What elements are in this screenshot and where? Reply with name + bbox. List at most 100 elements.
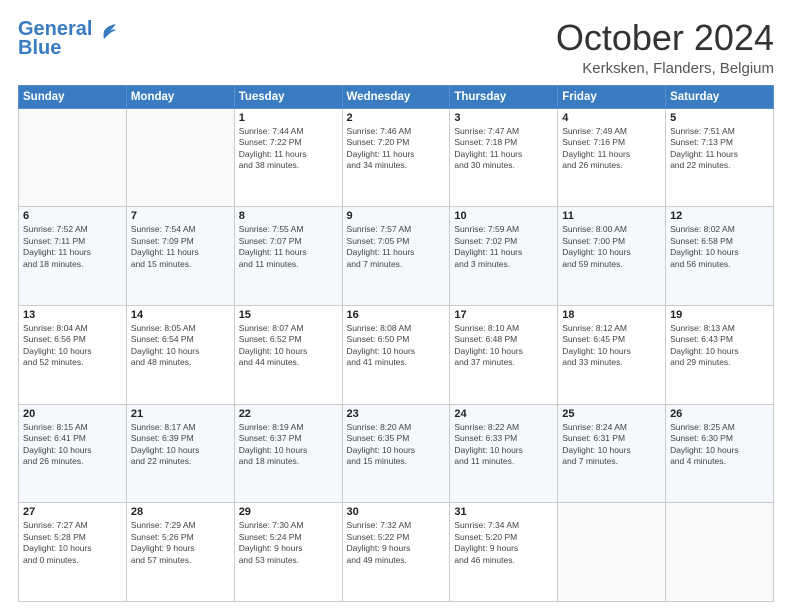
day-number: 27 <box>23 506 122 518</box>
weekday-header-saturday: Saturday <box>666 85 774 108</box>
day-info: Sunrise: 7:29 AM Sunset: 5:26 PM Dayligh… <box>131 520 230 566</box>
calendar-cell: 31 Sunrise: 7:34 AM Sunset: 5:20 PM Dayli… <box>450 503 558 602</box>
calendar-cell: 1Sunrise: 7:44 AM Sunset: 7:22 PM Daylig… <box>234 108 342 207</box>
calendar-cell: 22 Sunrise: 8:19 AM Sunset: 6:37 PM Dayli… <box>234 404 342 503</box>
day-info: Sunrise: 8:15 AM Sunset: 6:41 PM Dayligh… <box>23 422 122 468</box>
day-info: Sunrise: 7:51 AM Sunset: 7:13 PM Dayligh… <box>670 126 769 172</box>
day-number: 28 <box>131 506 230 518</box>
calendar-week-row: 27 Sunrise: 7:27 AM Sunset: 5:28 PM Dayli… <box>19 503 774 602</box>
day-number: 6 <box>23 210 122 222</box>
calendar-cell: 4Sunrise: 7:49 AM Sunset: 7:16 PM Daylig… <box>558 108 666 207</box>
calendar-cell: 16 Sunrise: 8:08 AM Sunset: 6:50 PM Dayli… <box>342 305 450 404</box>
day-number: 13 <box>23 309 122 321</box>
day-number: 17 <box>454 309 553 321</box>
calendar-week-row: 1Sunrise: 7:44 AM Sunset: 7:22 PM Daylig… <box>19 108 774 207</box>
calendar-cell: 24 Sunrise: 8:22 AM Sunset: 6:33 PM Dayli… <box>450 404 558 503</box>
day-info: Sunrise: 7:27 AM Sunset: 5:28 PM Dayligh… <box>23 520 122 566</box>
calendar-cell: 26Sunrise: 8:25 AM Sunset: 6:30 PM Dayli… <box>666 404 774 503</box>
day-number: 9 <box>347 210 446 222</box>
day-info: Sunrise: 8:05 AM Sunset: 6:54 PM Dayligh… <box>131 323 230 369</box>
calendar-cell: 14 Sunrise: 8:05 AM Sunset: 6:54 PM Dayli… <box>126 305 234 404</box>
day-info: Sunrise: 7:57 AM Sunset: 7:05 PM Dayligh… <box>347 224 446 270</box>
day-number: 22 <box>239 408 338 420</box>
day-number: 25 <box>562 408 661 420</box>
weekday-header-row: SundayMondayTuesdayWednesdayThursdayFrid… <box>19 85 774 108</box>
calendar-header: SundayMondayTuesdayWednesdayThursdayFrid… <box>19 85 774 108</box>
weekday-header-friday: Friday <box>558 85 666 108</box>
weekday-header-sunday: Sunday <box>19 85 127 108</box>
location: Kerksken, Flanders, Belgium <box>556 60 774 77</box>
weekday-header-thursday: Thursday <box>450 85 558 108</box>
day-info: Sunrise: 7:49 AM Sunset: 7:16 PM Dayligh… <box>562 126 661 172</box>
day-number: 30 <box>347 506 446 518</box>
title-area: October 2024 Kerksken, Flanders, Belgium <box>556 18 774 77</box>
weekday-header-monday: Monday <box>126 85 234 108</box>
weekday-header-wednesday: Wednesday <box>342 85 450 108</box>
calendar-page: General Blue October 2024 Kerksken, Flan… <box>0 0 792 612</box>
day-info: Sunrise: 8:13 AM Sunset: 6:43 PM Dayligh… <box>670 323 769 369</box>
day-info: Sunrise: 8:00 AM Sunset: 7:00 PM Dayligh… <box>562 224 661 270</box>
day-number: 21 <box>131 408 230 420</box>
calendar-week-row: 6 Sunrise: 7:52 AM Sunset: 7:11 PM Daylig… <box>19 207 774 306</box>
calendar-cell: 17 Sunrise: 8:10 AM Sunset: 6:48 PM Dayli… <box>450 305 558 404</box>
day-number: 24 <box>454 408 553 420</box>
calendar-cell: 12 Sunrise: 8:02 AM Sunset: 6:58 PM Dayli… <box>666 207 774 306</box>
day-info: Sunrise: 7:30 AM Sunset: 5:24 PM Dayligh… <box>239 520 338 566</box>
calendar-week-row: 13 Sunrise: 8:04 AM Sunset: 6:56 PM Dayli… <box>19 305 774 404</box>
month-title: October 2024 <box>556 18 774 58</box>
logo: General Blue <box>18 18 116 60</box>
day-number: 16 <box>347 309 446 321</box>
calendar-cell: 13 Sunrise: 8:04 AM Sunset: 6:56 PM Dayli… <box>19 305 127 404</box>
calendar-cell: 10 Sunrise: 7:59 AM Sunset: 7:02 PM Dayli… <box>450 207 558 306</box>
day-info: Sunrise: 7:32 AM Sunset: 5:22 PM Dayligh… <box>347 520 446 566</box>
day-info: Sunrise: 7:34 AM Sunset: 5:20 PM Dayligh… <box>454 520 553 566</box>
day-info: Sunrise: 8:10 AM Sunset: 6:48 PM Dayligh… <box>454 323 553 369</box>
calendar-cell: 28 Sunrise: 7:29 AM Sunset: 5:26 PM Dayli… <box>126 503 234 602</box>
calendar-cell: 18Sunrise: 8:12 AM Sunset: 6:45 PM Dayli… <box>558 305 666 404</box>
calendar-cell: 21Sunrise: 8:17 AM Sunset: 6:39 PM Dayli… <box>126 404 234 503</box>
day-info: Sunrise: 7:59 AM Sunset: 7:02 PM Dayligh… <box>454 224 553 270</box>
day-number: 14 <box>131 309 230 321</box>
calendar-cell: 7 Sunrise: 7:54 AM Sunset: 7:09 PM Daylig… <box>126 207 234 306</box>
day-info: Sunrise: 8:19 AM Sunset: 6:37 PM Dayligh… <box>239 422 338 468</box>
day-info: Sunrise: 8:12 AM Sunset: 6:45 PM Dayligh… <box>562 323 661 369</box>
calendar-cell: 5 Sunrise: 7:51 AM Sunset: 7:13 PM Daylig… <box>666 108 774 207</box>
calendar-cell: 23Sunrise: 8:20 AM Sunset: 6:35 PM Dayli… <box>342 404 450 503</box>
calendar-cell: 30 Sunrise: 7:32 AM Sunset: 5:22 PM Dayli… <box>342 503 450 602</box>
day-info: Sunrise: 7:52 AM Sunset: 7:11 PM Dayligh… <box>23 224 122 270</box>
calendar-cell: 3Sunrise: 7:47 AM Sunset: 7:18 PM Daylig… <box>450 108 558 207</box>
calendar-cell: 9 Sunrise: 7:57 AM Sunset: 7:05 PM Daylig… <box>342 207 450 306</box>
day-info: Sunrise: 8:22 AM Sunset: 6:33 PM Dayligh… <box>454 422 553 468</box>
day-number: 8 <box>239 210 338 222</box>
calendar-cell: 20Sunrise: 8:15 AM Sunset: 6:41 PM Dayli… <box>19 404 127 503</box>
day-number: 11 <box>562 210 661 222</box>
day-number: 29 <box>239 506 338 518</box>
day-info: Sunrise: 7:46 AM Sunset: 7:20 PM Dayligh… <box>347 126 446 172</box>
logo-bird-icon <box>94 23 116 39</box>
day-info: Sunrise: 7:54 AM Sunset: 7:09 PM Dayligh… <box>131 224 230 270</box>
day-info: Sunrise: 8:02 AM Sunset: 6:58 PM Dayligh… <box>670 224 769 270</box>
header: General Blue October 2024 Kerksken, Flan… <box>18 18 774 77</box>
calendar-cell <box>558 503 666 602</box>
calendar-cell: 2Sunrise: 7:46 AM Sunset: 7:20 PM Daylig… <box>342 108 450 207</box>
day-number: 5 <box>670 112 769 124</box>
calendar-cell: 8Sunrise: 7:55 AM Sunset: 7:07 PM Daylig… <box>234 207 342 306</box>
calendar-cell: 29 Sunrise: 7:30 AM Sunset: 5:24 PM Dayli… <box>234 503 342 602</box>
calendar-cell: 27 Sunrise: 7:27 AM Sunset: 5:28 PM Dayli… <box>19 503 127 602</box>
logo-blue: Blue <box>18 37 61 60</box>
calendar-week-row: 20Sunrise: 8:15 AM Sunset: 6:41 PM Dayli… <box>19 404 774 503</box>
calendar-cell <box>19 108 127 207</box>
day-number: 23 <box>347 408 446 420</box>
day-info: Sunrise: 8:08 AM Sunset: 6:50 PM Dayligh… <box>347 323 446 369</box>
day-number: 7 <box>131 210 230 222</box>
day-number: 12 <box>670 210 769 222</box>
day-number: 26 <box>670 408 769 420</box>
day-number: 10 <box>454 210 553 222</box>
day-number: 3 <box>454 112 553 124</box>
calendar-cell: 19Sunrise: 8:13 AM Sunset: 6:43 PM Dayli… <box>666 305 774 404</box>
calendar-table: SundayMondayTuesdayWednesdayThursdayFrid… <box>18 85 774 602</box>
calendar-cell: 15Sunrise: 8:07 AM Sunset: 6:52 PM Dayli… <box>234 305 342 404</box>
day-info: Sunrise: 8:04 AM Sunset: 6:56 PM Dayligh… <box>23 323 122 369</box>
day-number: 31 <box>454 506 553 518</box>
weekday-header-tuesday: Tuesday <box>234 85 342 108</box>
